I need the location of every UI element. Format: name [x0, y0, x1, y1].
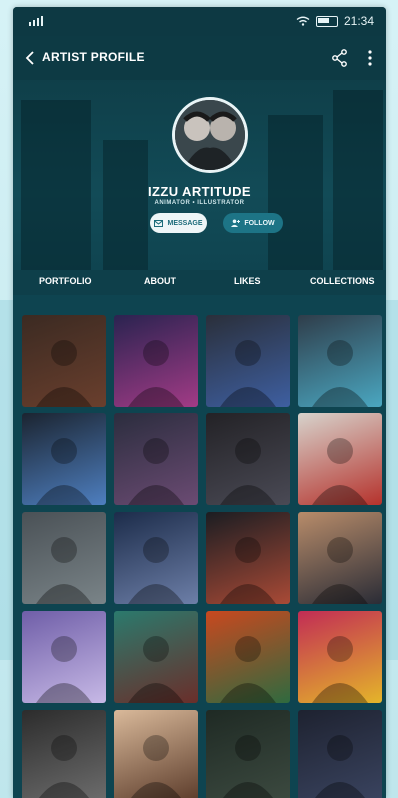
- artwork-silhouette: [220, 537, 276, 604]
- artwork-silhouette: [312, 340, 368, 407]
- artwork-dark-figure[interactable]: [22, 315, 106, 407]
- app-bar: ARTIST PROFILE: [13, 36, 386, 80]
- artwork-rain-couple[interactable]: [206, 512, 290, 604]
- tab-portfolio[interactable]: PORTFOLIO: [39, 276, 92, 286]
- artwork-silhouette: [128, 438, 184, 505]
- artwork-silhouette: [312, 636, 368, 703]
- tab-likes[interactable]: LIKES: [234, 276, 261, 286]
- profile-tabs: PORTFOLIO ABOUT LIKES COLLECTIONS: [13, 270, 386, 295]
- status-bar: 21:34: [13, 7, 386, 36]
- artwork-pop-portrait[interactable]: [298, 611, 382, 703]
- artwork-teal-face[interactable]: [114, 611, 198, 703]
- artwork-colorful-crowd[interactable]: [206, 611, 290, 703]
- avatar-portrait: [175, 100, 245, 170]
- artwork-silhouette: [315, 735, 365, 798]
- signal-icon: [29, 16, 43, 26]
- artwork-silhouette: [36, 340, 92, 407]
- artwork-bw-portrait[interactable]: [22, 710, 106, 798]
- artwork-red-figure[interactable]: [298, 413, 382, 505]
- artwork-silhouette: [39, 735, 89, 798]
- artwork-silhouette: [128, 537, 184, 604]
- wifi-icon: [296, 16, 310, 26]
- artwork-smoke-portrait[interactable]: [22, 611, 106, 703]
- avatar[interactable]: [172, 97, 248, 173]
- artwork-silhouette: [36, 438, 92, 505]
- artwork-circle-portrait[interactable]: [22, 413, 106, 505]
- artwork-silhouette: [312, 438, 368, 505]
- battery-icon: [315, 15, 338, 27]
- status-time: 21:34: [343, 14, 374, 28]
- message-label: MESSAGE: [167, 219, 203, 227]
- artwork-silhouette: [312, 537, 368, 604]
- follow-label: FOLLOW: [244, 219, 275, 227]
- artwork-horned-face[interactable]: [206, 413, 290, 505]
- artwork-drip-portrait[interactable]: [298, 315, 382, 407]
- artwork-eye-closeup[interactable]: [114, 710, 198, 798]
- artwork-silhouette: [220, 340, 276, 407]
- mail-icon: [154, 219, 164, 227]
- artwork-silhouette: [128, 636, 184, 703]
- artwork-silhouette: [220, 438, 276, 505]
- artwork-silhouette: [36, 636, 92, 703]
- tab-about[interactable]: ABOUT: [144, 276, 176, 286]
- user-add-icon: [231, 219, 241, 227]
- artwork-hooded-figure[interactable]: [206, 710, 290, 798]
- artwork-man-jacket[interactable]: [206, 315, 290, 407]
- artwork-silhouette: [36, 537, 92, 604]
- artwork-venom-portrait[interactable]: [114, 413, 198, 505]
- artwork-silhouette: [131, 735, 181, 798]
- profile-name: IZZU ARTITUDE: [148, 184, 251, 199]
- artwork-silhouette: [223, 735, 273, 798]
- status-right: 21:34: [296, 14, 374, 28]
- portfolio-grid: [13, 295, 386, 798]
- artwork-hand-face[interactable]: [298, 512, 382, 604]
- phone-screen: 21:34 ARTIST PROFILE IZZU ARTITUDE ANIMA…: [13, 7, 386, 798]
- message-button[interactable]: MESSAGE: [150, 213, 207, 233]
- more-options-icon[interactable]: [365, 48, 375, 68]
- profile-role: ANIMATOR • ILLUSTRATOR: [154, 200, 245, 206]
- back-arrow-icon[interactable]: [21, 48, 41, 68]
- artwork-angel-couple[interactable]: [114, 512, 198, 604]
- page-title: ARTIST PROFILE: [42, 50, 145, 64]
- artwork-silhouette: [128, 340, 184, 407]
- artwork-ghost-figures[interactable]: [22, 512, 106, 604]
- artwork-dark-interior[interactable]: [298, 710, 382, 798]
- follow-button[interactable]: FOLLOW: [223, 213, 283, 233]
- artwork-neon-night[interactable]: [114, 315, 198, 407]
- share-icon[interactable]: [331, 48, 349, 68]
- tab-collections[interactable]: COLLECTIONS: [310, 276, 375, 286]
- artwork-silhouette: [220, 636, 276, 703]
